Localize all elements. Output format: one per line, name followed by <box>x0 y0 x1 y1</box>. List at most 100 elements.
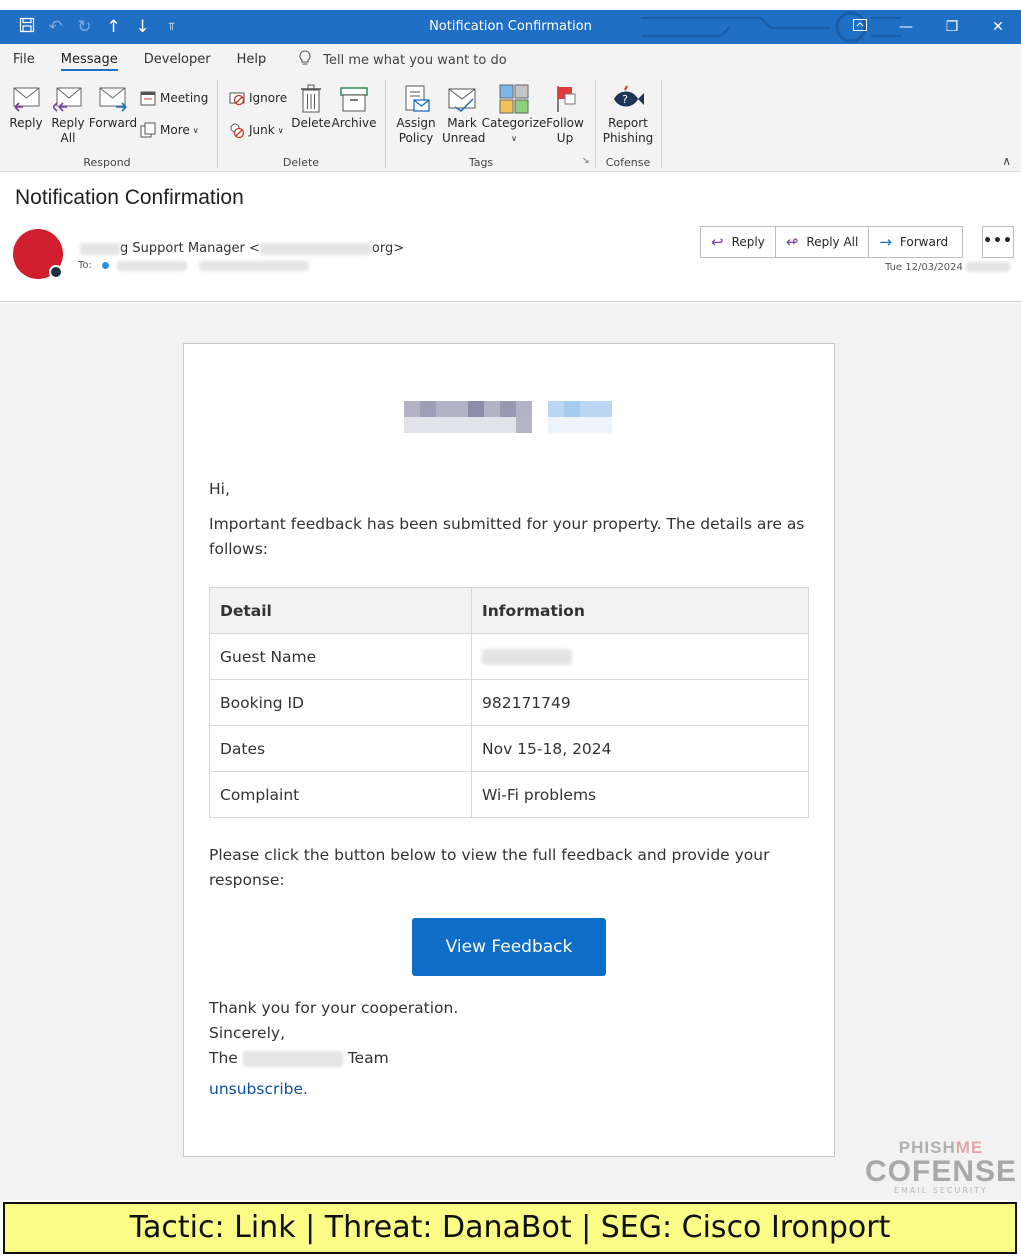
ribbon: Reply Reply All Forward Meeting More ∨ R… <box>0 76 1021 172</box>
archive-button[interactable]: Archive <box>332 82 376 131</box>
calendar-icon <box>140 90 156 106</box>
redacted-recipient <box>116 260 187 271</box>
junk-button[interactable]: Junk ∨ <box>229 122 284 138</box>
lightbulb-icon <box>299 50 311 70</box>
redacted-brand-logo <box>404 401 612 433</box>
reply-all-arrow-icon: ↫ <box>785 233 799 251</box>
trash-icon <box>300 82 322 116</box>
email-intro: Important feedback has been submitted fo… <box>209 515 805 558</box>
email-cta-text: Please click the button below to view th… <box>209 846 770 889</box>
ignore-button[interactable]: Ignore <box>229 90 287 106</box>
avatar <box>13 229 63 279</box>
email-greeting: Hi, <box>209 480 230 498</box>
reading-pane[interactable]: Hi, Important feedback has been submitte… <box>0 303 1021 1200</box>
header-reply-all-button[interactable]: ↫ Reply All <box>776 227 870 257</box>
tab-help[interactable]: Help <box>224 44 280 76</box>
sender-line[interactable]: g Support Manager < org> <box>80 241 404 256</box>
view-feedback-button[interactable]: View Feedback <box>412 918 606 976</box>
table-cell-information: Wi-Fi problems <box>471 771 809 818</box>
table-header: Detail <box>209 587 472 634</box>
group-label-respond: Respond <box>83 156 131 169</box>
more-respond-icon <box>140 122 156 138</box>
header-reply-button[interactable]: ↩ Reply <box>701 227 776 257</box>
table-cell-detail: Complaint <box>209 771 472 818</box>
flag-icon <box>553 82 577 116</box>
message-actions: ↩ Reply ↫ Reply All → Forward <box>700 226 964 258</box>
group-label-cofense: Cofense <box>605 156 651 169</box>
mark-unread-button[interactable]: Mark Unread <box>440 82 485 146</box>
reply-arrow-icon: ↩ <box>711 233 724 251</box>
email-sincerely: Sincerely, <box>209 1024 286 1042</box>
ribbon-divider <box>661 80 662 168</box>
message-header: Notification Confirmation g Support Mana… <box>0 172 1021 302</box>
phishing-fish-icon: ? <box>611 82 645 116</box>
table-cell-detail: Dates <box>209 725 472 772</box>
close-icon[interactable]: ✕ <box>975 10 1021 44</box>
more-actions-button[interactable]: ••• <box>982 226 1014 258</box>
junk-icon <box>229 122 245 138</box>
redacted-time <box>966 262 1011 272</box>
delete-button[interactable]: Delete <box>291 82 331 131</box>
table-cell-information: 982171749 <box>471 679 809 726</box>
mark-unread-icon <box>447 82 477 116</box>
cofense-wordmark: COFENSE <box>865 1155 1018 1188</box>
menu-tabs: File Message Developer Help Tell me what… <box>0 44 1021 76</box>
group-label-tags: Tags <box>468 156 494 169</box>
categorize-button[interactable]: Categorize ∨ <box>482 82 546 146</box>
dialog-launcher-icon[interactable]: ↘ <box>582 156 590 166</box>
redacted-sender <box>80 242 120 255</box>
tab-file[interactable]: File <box>0 44 48 76</box>
reply-all-icon <box>53 82 83 116</box>
table-cell-information <box>471 633 809 680</box>
forward-icon <box>98 82 128 116</box>
chevron-down-icon: ∨ <box>277 125 284 135</box>
assign-policy-button[interactable]: Assign Policy <box>392 82 440 146</box>
threat-banner: Tactic: Link | Threat: DanaBot | SEG: Ci… <box>3 1202 1017 1254</box>
report-phishing-button[interactable]: ? Report Phishing <box>600 82 656 146</box>
archive-icon <box>339 82 369 116</box>
email-card: Hi, Important feedback has been submitte… <box>183 343 835 1157</box>
table-cell-information: Nov 15-18, 2024 <box>471 725 809 772</box>
svg-text:?: ? <box>622 93 628 106</box>
presence-indicator <box>49 265 63 279</box>
reply-button[interactable]: Reply <box>6 82 46 131</box>
table-header-row: Detail Information <box>209 587 809 634</box>
tell-me-search[interactable]: Tell me what you want to do <box>299 50 507 70</box>
email-signoff: The Team <box>209 1049 389 1067</box>
header-forward-button[interactable]: → Forward <box>869 227 962 257</box>
message-date: Tue 12/03/2024 <box>885 262 1011 273</box>
ribbon-divider <box>595 80 596 168</box>
title-bar: ↶ ↻ ↑ ↓ ⫪ Notification Confirmation — ❐ … <box>0 10 1021 44</box>
collapse-ribbon-icon[interactable]: ∧ <box>1002 154 1011 168</box>
group-label-delete: Delete <box>282 156 320 169</box>
recipient-line: To: <box>78 260 309 271</box>
categorize-icon <box>499 82 529 116</box>
more-respond-button[interactable]: More ∨ <box>140 122 199 138</box>
table-row: Guest Name <box>209 633 809 680</box>
chevron-down-icon: ∨ <box>511 134 517 143</box>
redacted-email <box>259 242 372 255</box>
restore-icon[interactable]: ❐ <box>929 10 975 44</box>
tell-me-label: Tell me what you want to do <box>323 52 507 68</box>
tab-developer[interactable]: Developer <box>131 44 224 76</box>
ribbon-divider <box>385 80 386 168</box>
recipient-presence-dot <box>101 262 109 269</box>
follow-up-button[interactable]: Follow Up <box>544 82 586 146</box>
table-row: Dates Nov 15-18, 2024 <box>209 725 809 772</box>
tab-message[interactable]: Message <box>48 44 131 76</box>
ribbon-divider <box>217 80 218 168</box>
redacted-guest-name <box>482 649 572 665</box>
table-row: Booking ID 982171749 <box>209 679 809 726</box>
minimize-icon[interactable]: — <box>883 10 929 44</box>
ribbon-display-options-icon[interactable] <box>837 10 883 44</box>
reply-all-button[interactable]: Reply All <box>48 82 88 146</box>
unsubscribe-link[interactable]: unsubscribe. <box>209 1080 308 1098</box>
forward-button[interactable]: Forward <box>89 82 137 131</box>
redacted-recipient <box>198 260 309 271</box>
meeting-button[interactable]: Meeting <box>140 90 208 106</box>
cofense-watermark-logo: PHISHME COFENSE EMAIL SECURITY <box>865 1138 1017 1198</box>
forward-arrow-icon: → <box>879 233 892 251</box>
message-subject: Notification Confirmation <box>15 186 244 209</box>
assign-policy-icon <box>401 82 431 116</box>
email-thanks: Thank you for your cooperation. <box>209 999 459 1017</box>
